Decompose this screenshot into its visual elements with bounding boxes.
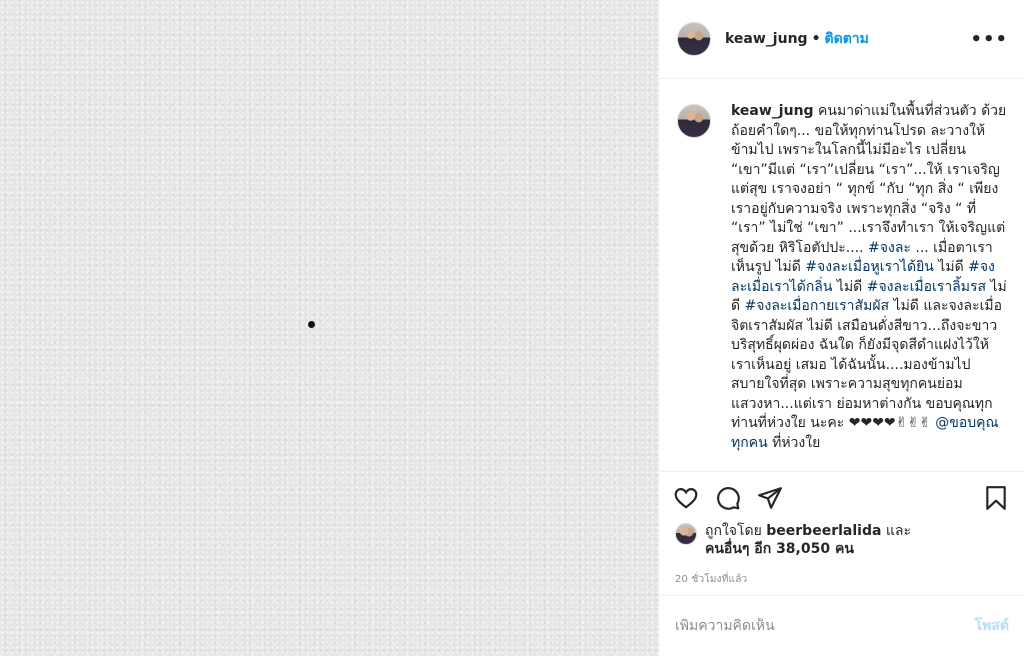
caption-text: keaw_jung คนมาด่าแม่ในพื้นที่ส่วนตัว ด้ว… — [731, 102, 1007, 453]
likes-and: และ — [885, 523, 911, 539]
likes-prefix: ถูกใจโดย — [705, 523, 762, 539]
action-icon-row — [673, 472, 1009, 524]
caption-hashtag-link[interactable]: #จงละเมื่อหูเราได้ยิน — [805, 259, 934, 275]
comment-icon[interactable] — [715, 485, 741, 511]
more-options-icon[interactable]: ••• — [970, 29, 1008, 50]
liker-username[interactable]: beerbeerlalida — [766, 523, 881, 539]
caption-scroll-area[interactable]: keaw_jung คนมาด่าแม่ในพื้นที่ส่วนตัว ด้ว… — [659, 80, 1024, 471]
author-avatar[interactable] — [677, 22, 711, 56]
caption-avatar[interactable] — [677, 104, 711, 138]
caption-hashtag-link[interactable]: #จงละเมื่อกายเราสัมผัส — [745, 298, 890, 314]
black-dot — [308, 321, 315, 328]
likes-count-link[interactable]: คนอื่นๆ อีก 38,050 คน — [705, 541, 854, 557]
caption-segment: ไม่ดี — [933, 259, 969, 275]
likes-text: ถูกใจโดย beerbeerlalida และ คนอื่นๆ อีก … — [705, 522, 911, 558]
post-header: keaw_jung • ติดตาม ••• — [659, 0, 1024, 79]
author-username[interactable]: keaw_jung — [725, 31, 808, 47]
comment-input[interactable] — [675, 618, 975, 634]
caption-username[interactable]: keaw_jung — [731, 103, 814, 119]
post-comment-button[interactable]: โพสต์ — [975, 615, 1009, 637]
post-timestamp[interactable]: 20 ชั่วโมงที่แล้ว — [675, 572, 1009, 587]
caption-segment: คนมาด่าแม่ในพื้นที่ส่วนตัว ด้วยถ้อยคำใดๆ… — [731, 103, 1007, 256]
header-separator: • — [811, 31, 821, 47]
caption-segment: ที่ห่วงใย — [767, 434, 821, 451]
post-image[interactable] — [0, 0, 658, 656]
caption-hashtag-link[interactable]: #จงละเมื่อเราลิ้มรส — [867, 279, 986, 295]
heart-icon[interactable] — [673, 485, 699, 511]
post-side-panel: keaw_jung • ติดตาม ••• keaw_jung คนมาด่า… — [658, 0, 1024, 656]
liker-avatar[interactable] — [675, 523, 697, 545]
likes-summary: ถูกใจโดย beerbeerlalida และ คนอื่นๆ อีก … — [675, 522, 1009, 558]
bookmark-icon[interactable] — [983, 485, 1009, 511]
share-icon[interactable] — [757, 485, 783, 511]
caption-row: keaw_jung คนมาด่าแม่ในพื้นที่ส่วนตัว ด้ว… — [677, 102, 1007, 453]
caption-segment: ไม่ดี และจงละเมื่อจิตเราสัมผัส ไม่ดี เสม… — [731, 298, 1003, 431]
caption-hashtag-link[interactable]: #จงละ — [868, 240, 911, 256]
follow-button[interactable]: ติดตาม — [825, 28, 869, 50]
caption-segment: ไม่ดี — [832, 278, 867, 295]
post-actions: ถูกใจโดย beerbeerlalida และ คนอื่นๆ อีก … — [659, 471, 1024, 595]
comment-bar: โพสต์ — [659, 595, 1024, 656]
